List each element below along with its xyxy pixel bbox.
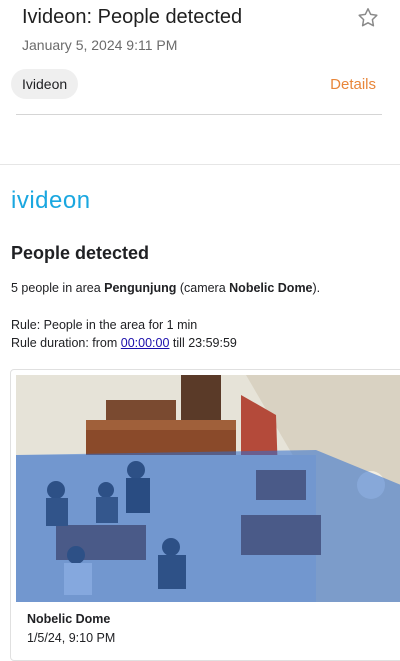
snapshot-card[interactable]: Nobelic Dome 1/5/24, 9:10 PM [10,369,400,661]
rule-duration: Rule duration: from 00:00:00 till 23:59:… [11,336,237,350]
camera-snapshot-image[interactable] [16,375,400,602]
snapshot-timestamp: 1/5/24, 9:10 PM [27,631,116,645]
section-divider [0,164,400,165]
rule-end-time: 23:59:59 [188,336,237,350]
details-link[interactable]: Details [330,76,376,93]
rule-description: Rule: People in the area for 1 min [11,318,198,332]
area-name: Pengunjung [104,281,177,295]
email-header: Ivideon: People detected January 5, 2024… [0,0,400,165]
sender-chip[interactable]: Ivideon [11,69,79,99]
detection-summary: 5 people in area Pengunjung (camera Nobe… [11,281,321,295]
ivideon-logo: ivideon [11,187,91,214]
email-subject: Ivideon: People detected [22,6,243,28]
camera-name: Nobelic Dome [229,281,313,295]
snapshot-camera-name: Nobelic Dome [27,612,111,626]
message-heading: People detected [11,243,150,263]
header-divider [16,114,382,115]
email-date: January 5, 2024 9:11 PM [22,37,178,53]
rule-start-time-link[interactable]: 00:00:00 [121,336,170,350]
star-icon[interactable] [356,6,380,30]
